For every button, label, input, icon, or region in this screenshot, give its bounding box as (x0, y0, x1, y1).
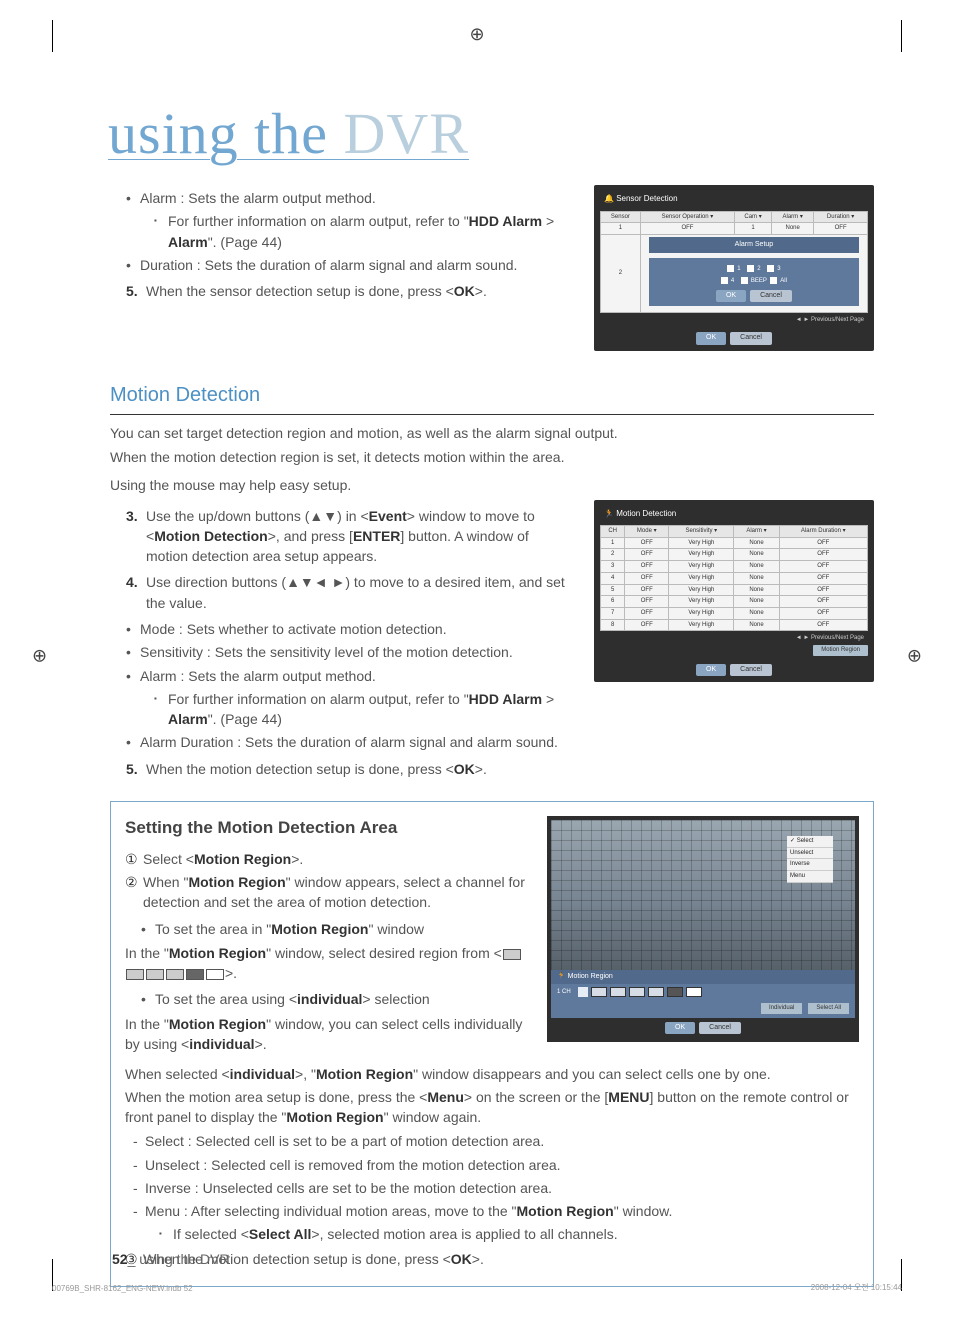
channel-label: 1 CH (557, 988, 571, 997)
select-all-button: Select All (808, 1003, 849, 1014)
sensitivity-bullet: Sensitivity : Sets the sensitivity level… (126, 642, 574, 662)
circle-3: ③When the motion detection setup is done… (125, 1249, 859, 1269)
region-grid: ✓ Select Unselect Inverse Menu (551, 820, 855, 970)
step-number: 4. (126, 572, 138, 592)
setting-motion-area-box: Setting the Motion Detection Area ①Selec… (110, 801, 874, 1287)
motion-detection-screenshot: 🏃 Motion Detection CH Mode ▾ Sensitivity… (594, 500, 874, 682)
duration-bullet: Duration : Sets the duration of alarm si… (126, 255, 574, 275)
box-heading: Setting the Motion Detection Area (125, 816, 531, 841)
context-menu: ✓ Select Unselect Inverse Menu (787, 836, 833, 883)
md-mouse-tip: Using the mouse may help easy setup. (110, 475, 874, 495)
alarm-setup-popup: Alarm Setup (649, 237, 859, 253)
page-number: 52 (112, 1251, 128, 1267)
region-strip: 1 CH (551, 984, 855, 1000)
alarm-bullet: Alarm : Sets the alarm output method. Fo… (126, 188, 574, 252)
alarm-sub-2: For further information on alarm output,… (154, 689, 574, 730)
wide-text-2: When the motion area setup is done, pres… (125, 1087, 859, 1128)
wide-text-1: When selected <individual>, "Motion Regi… (125, 1064, 859, 1084)
step-number: 5. (126, 759, 138, 779)
page-footer: 52_ using the DVR (112, 1251, 230, 1267)
alarm-text: Alarm : Sets the alarm output method. (140, 190, 376, 206)
set-area-bullet: To set the area in "Motion Region" windo… (141, 919, 531, 939)
step-5-md: 5. When the motion detection setup is do… (126, 759, 574, 779)
md-table: CH Mode ▾ Sensitivity ▾ Alarm ▾ Alarm Du… (600, 525, 868, 631)
cancel-button: Cancel (730, 664, 772, 676)
dash-select: Select : Selected cell is set to be a pa… (133, 1131, 859, 1151)
dash-unselect: Unselect : Selected cell is removed from… (133, 1155, 859, 1175)
sensor-table: Sensor Sensor Operation ▾ Cam ▾ Alarm ▾ … (600, 211, 868, 313)
ok-button: OK (696, 664, 726, 676)
cancel-button: Cancel (730, 332, 772, 344)
step-number: 5. (126, 281, 138, 301)
dash-menu: Menu : After selecting individual motion… (133, 1201, 859, 1245)
motion-region-screenshot: ✓ Select Unselect Inverse Menu 🏃 Motion … (547, 816, 859, 1042)
step-number: 3. (126, 506, 138, 526)
motion-detection-heading: Motion Detection (110, 381, 874, 415)
circle-2: ②When "Motion Region" window appears, se… (125, 872, 531, 913)
alarm-sub: For further information on alarm output,… (154, 211, 574, 252)
motion-region-button: Motion Region (813, 645, 868, 656)
ok-button: OK (696, 332, 726, 344)
region-bar-title: Motion Region (568, 973, 613, 980)
individual-bullet: To set the area using <individual> selec… (141, 989, 531, 1009)
pager-label: Previous/Next Page (811, 317, 864, 323)
md-intro-1: You can set target detection region and … (110, 423, 874, 443)
dash-menu-sub: If selected <Select All>, selected motio… (159, 1224, 859, 1244)
step-4: 4. Use direction buttons (▲▼◄ ►) to move… (126, 572, 574, 613)
alarm-duration-bullet: Alarm Duration : Sets the duration of al… (126, 732, 574, 752)
mode-bullet: Mode : Sets whether to activate motion d… (126, 619, 574, 639)
footer-label: using the DVR (139, 1251, 229, 1267)
md-intro-2: When the motion detection region is set,… (110, 447, 874, 467)
step-5: 5. When the sensor detection setup is do… (126, 281, 574, 301)
imprint-right: 2008-12-04 오전 10:15:44 (811, 1282, 902, 1293)
title-part-a: using the (108, 101, 344, 166)
alarm-bullet-2: Alarm : Sets the alarm output method. Fo… (126, 666, 574, 730)
sensor-shot-title: Sensor Detection (616, 194, 677, 203)
title-part-b: DVR (344, 101, 469, 166)
page-title: using the DVR (108, 100, 874, 167)
dash-inverse: Inverse : Unselected cells are set to be… (133, 1178, 859, 1198)
circle-1: ①Select <Motion Region>. (125, 849, 531, 869)
region-select-text: In the "Motion Region" window, select de… (125, 943, 531, 984)
cancel-button: Cancel (699, 1022, 741, 1034)
ok-button: OK (665, 1022, 695, 1034)
pager-label: Previous/Next Page (811, 635, 864, 641)
step-3: 3. Use the up/down buttons (▲▼) in <Even… (126, 506, 574, 567)
imprint-left: 00769B_SHR-8162_ENG-NEW.indb 52 (52, 1284, 193, 1293)
md-shot-title: Motion Detection (616, 509, 676, 518)
region-sub-buttons: Individual Select All (551, 1000, 855, 1018)
sensor-detection-screenshot: 🔔 Sensor Detection Sensor Sensor Operati… (594, 185, 874, 351)
individual-text: In the "Motion Region" window, you can s… (125, 1014, 531, 1055)
individual-button: Individual (761, 1003, 802, 1014)
alarm-setup-body: 1 2 3 4 BEEP All OKCancel (649, 258, 859, 306)
